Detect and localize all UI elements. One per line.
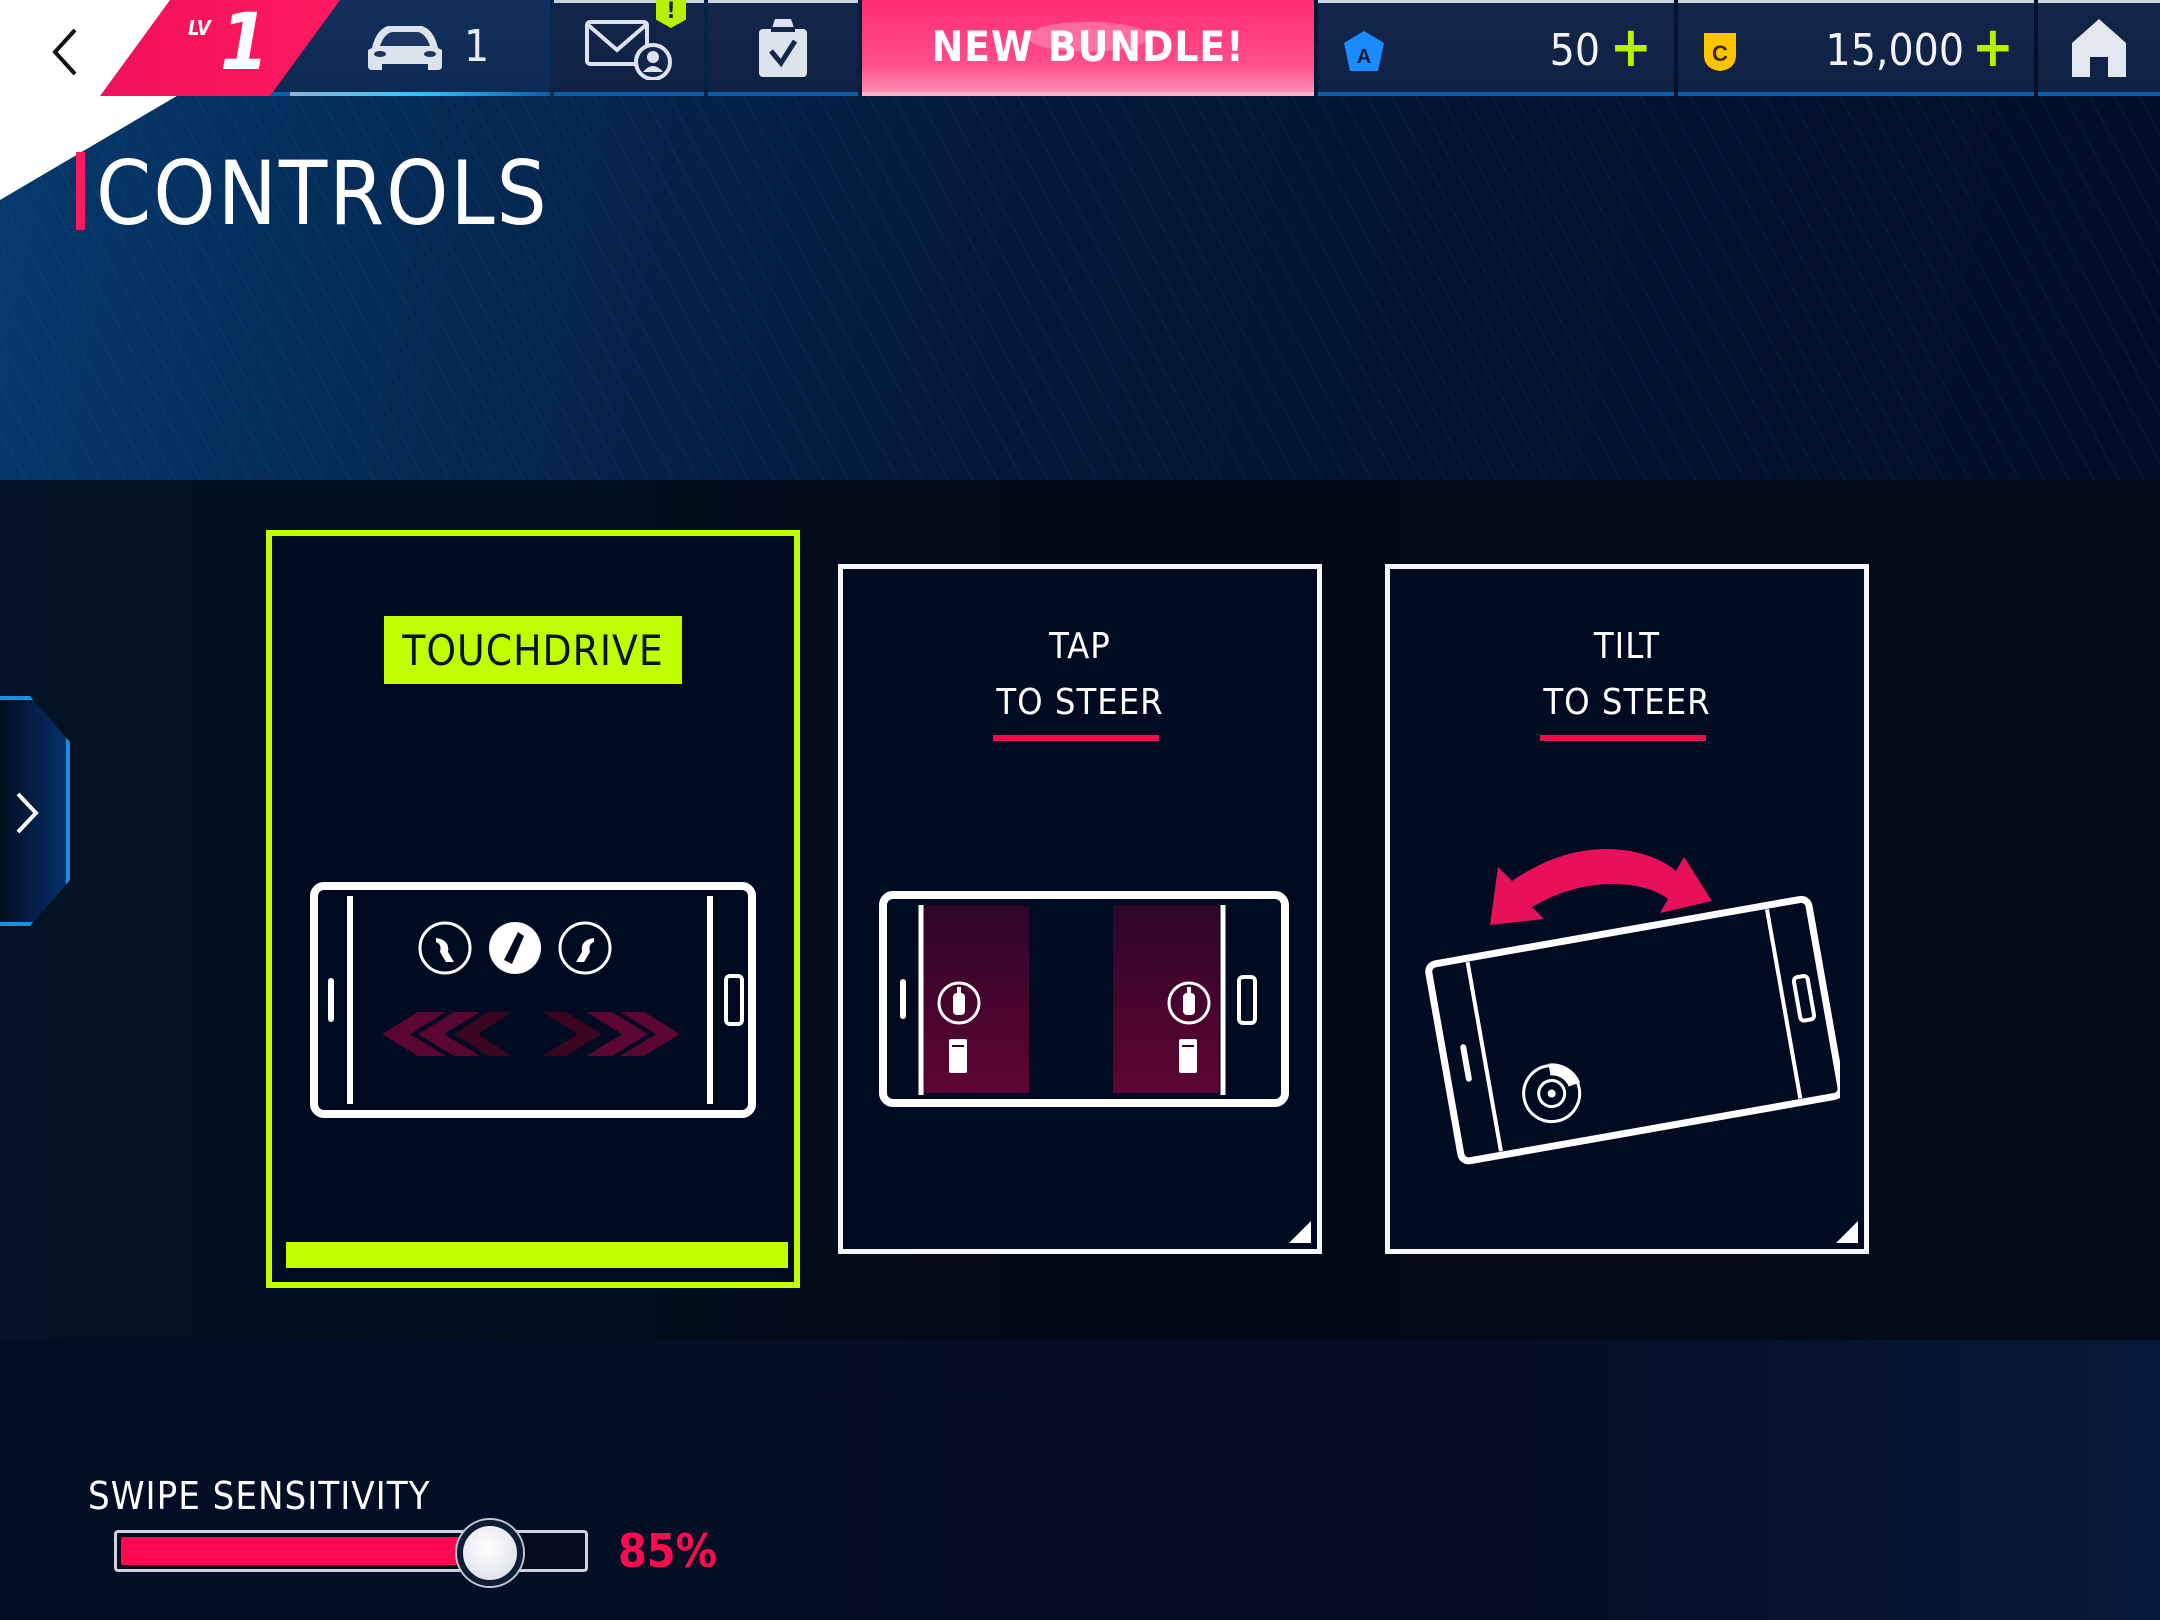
new-bundle-button[interactable]: NEW BUNDLE!	[862, 0, 1314, 96]
left-brake-pedal-icon	[949, 1039, 967, 1073]
tokens-counter[interactable]: A 50 +	[1318, 0, 1674, 96]
credits-value: 15,000	[1825, 25, 1964, 76]
tap-underline	[993, 735, 1159, 741]
bundle-label: NEW BUNDLE!	[931, 21, 1245, 71]
tilt-phone-illustration	[1425, 849, 1840, 1165]
tokens-value: 50	[1549, 25, 1600, 76]
home-icon	[2072, 18, 2126, 77]
steer-left-icon	[436, 938, 454, 962]
tasks-button[interactable]	[708, 0, 858, 96]
level-number: 1	[220, 0, 269, 88]
tilt-arrow-icon	[1490, 849, 1712, 925]
tilt-underline	[1540, 735, 1706, 741]
chevron-left-icon	[52, 28, 77, 76]
page-title: CONTROLS	[96, 142, 549, 245]
tap-title-line1: TAP	[1049, 626, 1111, 667]
corner-marker	[1289, 1221, 1311, 1243]
add-tokens-button[interactable]: +	[1610, 15, 1652, 80]
top-bar: 1 LV 1 ! NEW BUNDLE! A 50 + C 15,000 +	[0, 0, 2160, 98]
control-card-tap-to-steer[interactable]: TAP TO STEER	[838, 564, 1322, 1254]
next-page-tab[interactable]	[0, 696, 70, 926]
garage-count: 1	[464, 20, 490, 72]
token-icon: A	[1344, 31, 1384, 71]
svg-text:A: A	[1357, 46, 1371, 68]
right-brake-pedal-icon	[1179, 1039, 1197, 1073]
tilt-title-line2: TO STEER	[1543, 682, 1711, 723]
steer-right-icon	[576, 938, 594, 962]
add-credits-button[interactable]: +	[1972, 15, 2014, 80]
slider-thumb[interactable]	[457, 1520, 523, 1586]
control-card-tilt-to-steer[interactable]: TILT TO STEER	[1385, 564, 1869, 1254]
control-card-touchdrive[interactable]: TOUCHDRIVE	[266, 530, 800, 1288]
tap-title-line2: TO STEER	[996, 682, 1164, 723]
touchdrive-label: TOUCHDRIVE	[384, 616, 682, 684]
slider-fill	[121, 1537, 486, 1565]
swipe-sensitivity-label: SWIPE SENSITIVITY	[88, 1474, 431, 1518]
selected-indicator-bar	[286, 1242, 788, 1268]
car-icon	[368, 26, 442, 70]
credits-counter[interactable]: C 15,000 +	[1678, 0, 2034, 96]
level-prefix: LV	[188, 16, 211, 40]
home-button[interactable]	[2038, 0, 2160, 96]
swipe-sensitivity-value: 85%	[618, 1524, 718, 1578]
tilt-title-line1: TILT	[1593, 626, 1661, 667]
clipboard-check-icon	[759, 18, 807, 77]
corner-marker	[1836, 1221, 1858, 1243]
chevron-right-icon	[16, 792, 39, 834]
touchdrive-phone-illustration	[310, 882, 756, 1118]
back-button[interactable]	[30, 20, 100, 84]
mail-profile-icon	[585, 19, 672, 80]
svg-text:C: C	[1712, 41, 1728, 66]
title-accent-bar	[76, 152, 85, 230]
credit-icon: C	[1704, 33, 1736, 71]
tap-phone-illustration	[879, 891, 1289, 1107]
